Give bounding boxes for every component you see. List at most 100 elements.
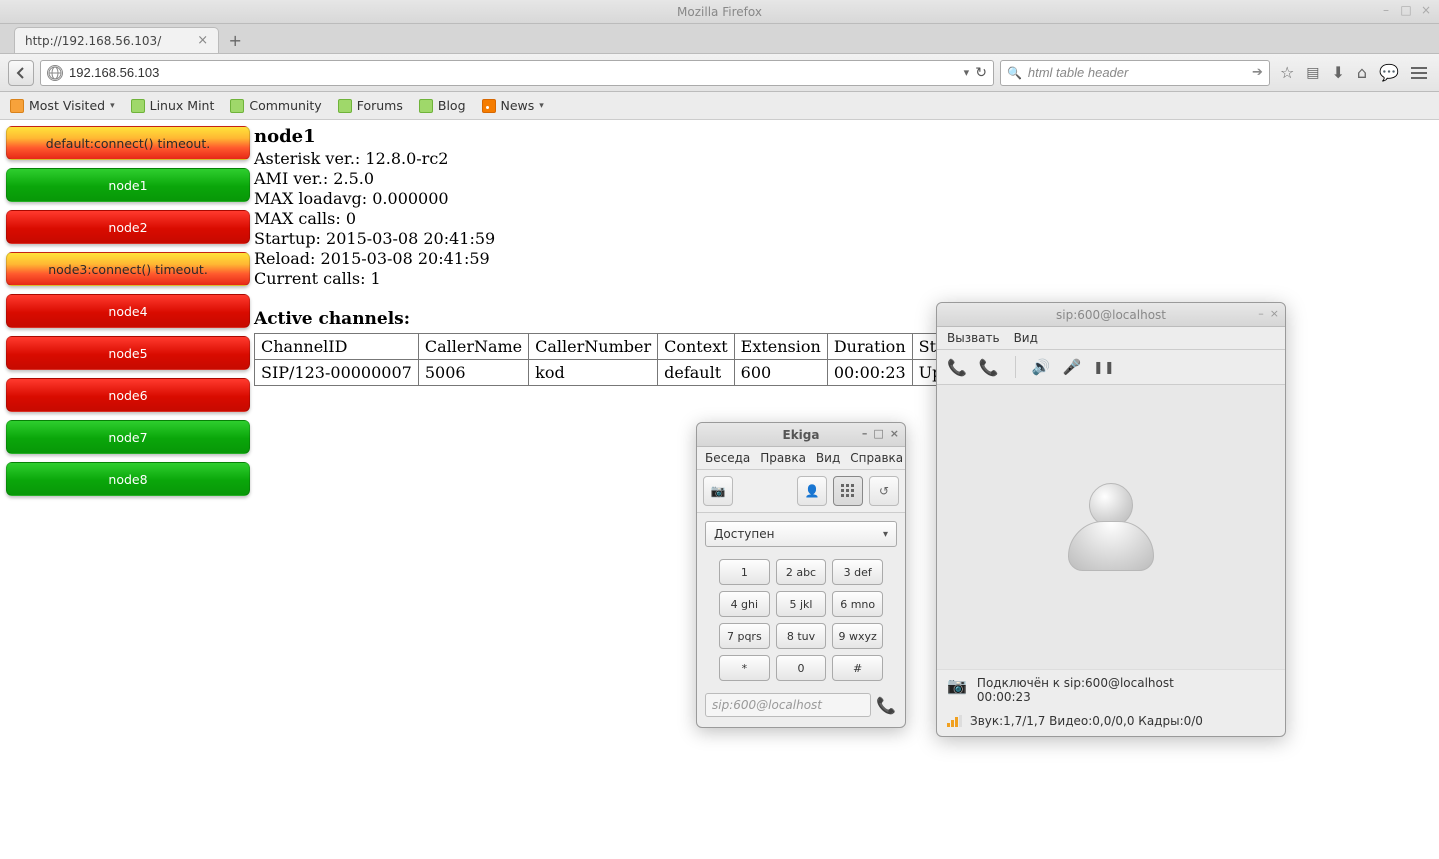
- dialpad-key[interactable]: 7 pqrs: [719, 623, 770, 649]
- camera-icon[interactable]: 📷: [703, 476, 733, 506]
- table-cell: SIP/123-00000007: [255, 360, 419, 386]
- mint-icon: [131, 99, 145, 113]
- dialpad-key[interactable]: 3 def: [832, 559, 883, 585]
- contact-icon[interactable]: 👤: [797, 476, 827, 506]
- window-maximize-icon[interactable]: □: [873, 427, 883, 440]
- dialpad-key[interactable]: 8 tuv: [776, 623, 827, 649]
- phone-pickup-icon[interactable]: 📞: [947, 358, 967, 377]
- column-header: CallerName: [418, 334, 528, 360]
- search-bar[interactable]: 🔍 ➔: [1000, 60, 1270, 86]
- node-button-5[interactable]: node5: [6, 336, 250, 370]
- status-dropdown[interactable]: Доступен ▾: [705, 521, 897, 547]
- window-close-icon[interactable]: ×: [890, 427, 899, 440]
- ekiga-titlebar[interactable]: Ekiga – □ ×: [697, 423, 905, 447]
- call-menu-call[interactable]: Вызвать: [947, 331, 1000, 345]
- dialpad-key[interactable]: 2 abc: [776, 559, 827, 585]
- mint-icon: [419, 99, 433, 113]
- window-close-icon[interactable]: ×: [1419, 4, 1433, 18]
- dialpad-key[interactable]: 1: [719, 559, 770, 585]
- dialpad-key[interactable]: 5 jkl: [776, 591, 827, 617]
- ekiga-menu-help[interactable]: Справка: [850, 451, 903, 465]
- table-cell: 00:00:23: [827, 360, 912, 386]
- call-titlebar[interactable]: sip:600@localhost – ×: [937, 303, 1285, 327]
- bookmark-news[interactable]: News ▾: [482, 98, 544, 113]
- url-bar[interactable]: ▾ ↻: [40, 60, 994, 86]
- history-icon[interactable]: ↺: [869, 476, 899, 506]
- bookmark-community[interactable]: Community: [230, 98, 321, 113]
- page-content: default:connect() timeout. node1 node2 node…: [0, 120, 1439, 859]
- browser-tab[interactable]: http://192.168.56.103/ ×: [14, 27, 219, 53]
- ekiga-menubar: Беседа Правка Вид Справка: [697, 447, 905, 470]
- back-button[interactable]: [8, 60, 34, 86]
- search-go-icon[interactable]: ➔: [1252, 65, 1263, 80]
- urlbar-chevron-icon[interactable]: ▾: [964, 66, 970, 79]
- library-icon[interactable]: ▤: [1306, 65, 1319, 81]
- node-button-8[interactable]: node8: [6, 462, 250, 496]
- home-icon[interactable]: ⌂: [1357, 63, 1367, 82]
- node-button-6[interactable]: node6: [6, 378, 250, 412]
- node-button-1[interactable]: node1: [6, 168, 250, 202]
- dialpad-key[interactable]: 0: [776, 655, 827, 681]
- menu-icon[interactable]: [1411, 67, 1427, 79]
- ekiga-menu-edit[interactable]: Правка: [760, 451, 806, 465]
- node-button-3[interactable]: node3:connect() timeout.: [6, 252, 250, 286]
- tab-close-icon[interactable]: ×: [197, 33, 208, 48]
- chevron-down-icon: ▾: [539, 101, 544, 111]
- dialpad-key[interactable]: 4 ghi: [719, 591, 770, 617]
- chat-icon[interactable]: 💬: [1379, 63, 1399, 82]
- window-maximize-icon[interactable]: □: [1399, 4, 1413, 18]
- info-current: Current calls: 1: [254, 269, 969, 289]
- call-menu-view[interactable]: Вид: [1014, 331, 1038, 345]
- ekiga-window[interactable]: Ekiga – □ × Беседа Правка Вид Справка 📷 …: [696, 422, 906, 728]
- call-icon[interactable]: 📞: [875, 694, 897, 716]
- bookmark-blog[interactable]: Blog: [419, 98, 466, 113]
- column-header: CallerNumber: [529, 334, 658, 360]
- window-close-icon[interactable]: ×: [1270, 307, 1279, 320]
- node-button-2[interactable]: node2: [6, 210, 250, 244]
- bookmark-star-icon[interactable]: ☆: [1280, 63, 1294, 82]
- rss-icon: [482, 99, 496, 113]
- signal-bars-icon: [947, 715, 962, 727]
- pause-icon[interactable]: ❚❚: [1093, 360, 1115, 374]
- dialpad: 12 abc3 def 4 ghi5 jkl6 mno 7 pqrs8 tuv9 w…: [697, 555, 905, 689]
- reload-icon[interactable]: ↻: [975, 65, 987, 81]
- window-minimize-icon[interactable]: –: [1258, 307, 1264, 320]
- downloads-icon[interactable]: ⬇: [1332, 63, 1345, 82]
- bookmark-label: Linux Mint: [150, 98, 215, 113]
- bookmark-linux-mint[interactable]: Linux Mint: [131, 98, 215, 113]
- bookmark-most-visited[interactable]: Most Visited ▾: [10, 98, 115, 113]
- dialpad-key[interactable]: 6 mno: [832, 591, 883, 617]
- call-duration: 00:00:23: [977, 690, 1174, 704]
- url-input[interactable]: [69, 65, 958, 80]
- chevron-down-icon: ▾: [110, 101, 115, 111]
- node-button-0[interactable]: default:connect() timeout.: [6, 126, 250, 160]
- ekiga-menu-chat[interactable]: Беседа: [705, 451, 750, 465]
- ekiga-title: Ekiga: [783, 428, 820, 442]
- bookmark-forums[interactable]: Forums: [338, 98, 403, 113]
- search-input[interactable]: [1028, 65, 1246, 80]
- window-minimize-icon[interactable]: –: [1379, 4, 1393, 18]
- dialpad-icon[interactable]: [833, 476, 863, 506]
- site-identity-icon[interactable]: [47, 65, 63, 81]
- call-window[interactable]: sip:600@localhost – × Вызвать Вид 📞 📞 🔊 …: [936, 302, 1286, 737]
- active-channels-heading: Active channels:: [254, 309, 969, 329]
- sip-input[interactable]: sip:600@localhost: [705, 693, 871, 717]
- tab-title: http://192.168.56.103/: [25, 34, 161, 48]
- node-button-4[interactable]: node4: [6, 294, 250, 328]
- phone-hangup-icon[interactable]: 📞: [979, 358, 999, 377]
- mic-icon[interactable]: 🎤: [1063, 358, 1082, 376]
- new-tab-button[interactable]: +: [223, 29, 247, 51]
- webcam-icon: 📷: [947, 676, 967, 695]
- info-asterisk: Asterisk ver.: 12.8.0-rc2: [254, 149, 969, 169]
- dialpad-key[interactable]: #: [832, 655, 883, 681]
- node-button-7[interactable]: node7: [6, 420, 250, 454]
- table-cell: 600: [734, 360, 827, 386]
- window-minimize-icon[interactable]: –: [862, 427, 868, 440]
- call-title: sip:600@localhost: [1056, 308, 1166, 322]
- ekiga-menu-view[interactable]: Вид: [816, 451, 840, 465]
- dialpad-key[interactable]: 9 wxyz: [832, 623, 883, 649]
- call-stats-row: Звук:1,7/1,7 Видео:0,0/0,0 Кадры:0/0: [937, 710, 1285, 736]
- sip-value: sip:600@localhost: [712, 698, 822, 712]
- dialpad-key[interactable]: *: [719, 655, 770, 681]
- speaker-icon[interactable]: 🔊: [1032, 358, 1051, 376]
